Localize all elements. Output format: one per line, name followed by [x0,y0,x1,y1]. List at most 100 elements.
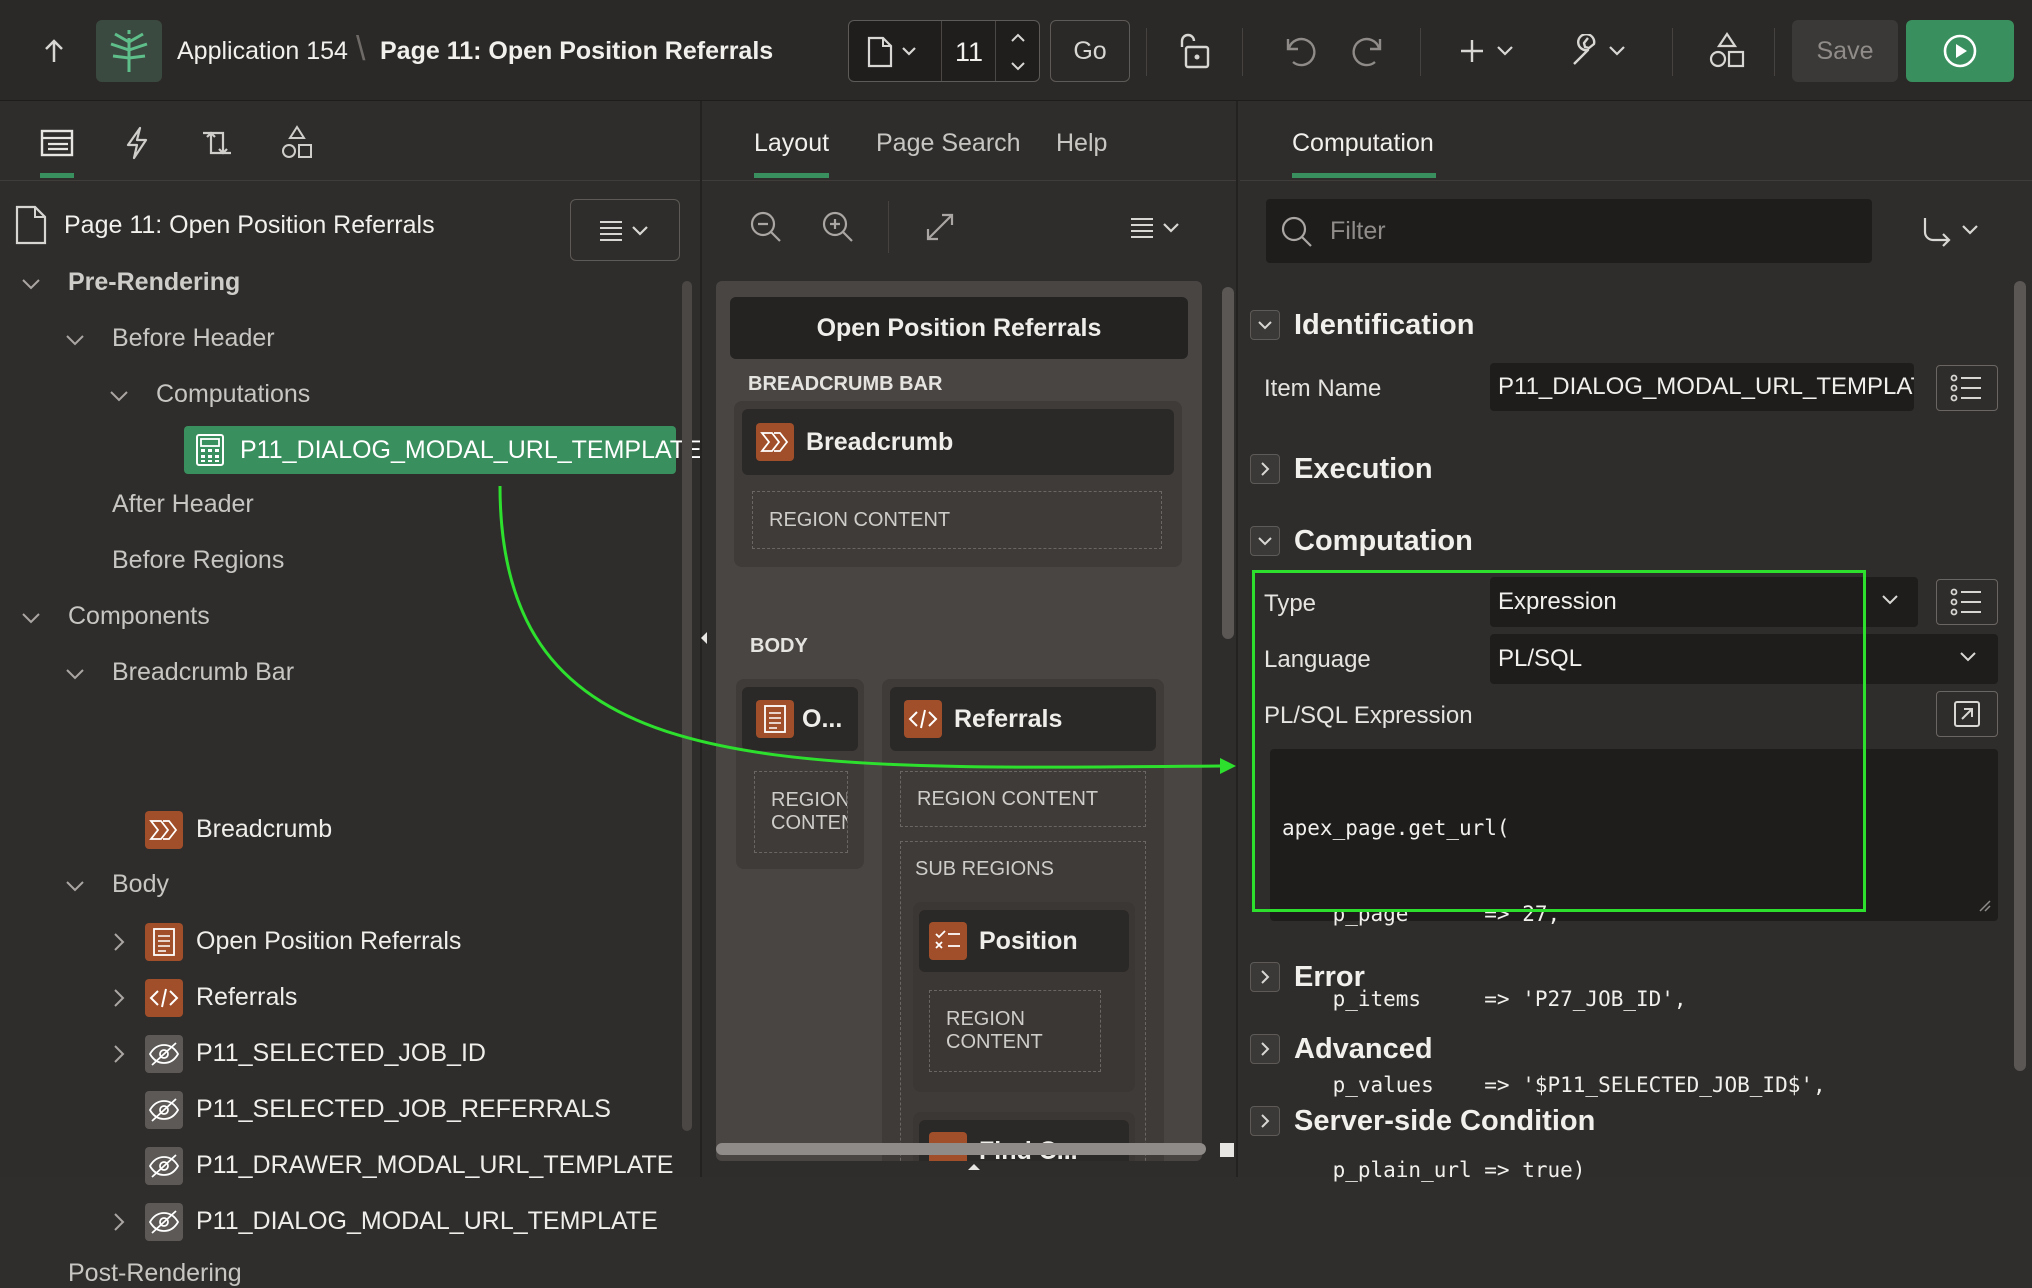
page-icon [14,205,48,245]
tree-breadcrumb[interactable]: Breadcrumb [196,815,332,844]
page-down-icon[interactable] [1003,55,1033,77]
chevron-down-icon[interactable] [64,875,86,897]
tree-item-dialog-modal-url[interactable]: P11_DIALOG_MODAL_URL_TEMPLATE [196,1207,658,1236]
tree-menu-button[interactable] [570,199,680,261]
region-content-placeholder[interactable]: REGION CONTENT [900,771,1146,827]
breadcrumb-region[interactable]: Breadcrumb REGION CONTENT [734,401,1182,567]
chevron-down-icon[interactable] [64,663,86,685]
canvas-vertical-scrollbar[interactable] [1222,287,1234,639]
chevron-right-icon [1250,454,1280,484]
region-content-placeholder[interactable]: REGION CONTENT [752,491,1162,549]
section-advanced[interactable]: Advanced [1250,1019,2010,1079]
region-content-placeholder[interactable]: REGION CONTENT [929,990,1101,1072]
lock-icon[interactable] [1172,28,1220,74]
chevron-right-icon[interactable] [108,987,130,1009]
chevron-right-icon[interactable] [108,1211,130,1233]
collapse-left-icon[interactable] [699,630,709,646]
code-region-icon [145,979,183,1017]
section-server-side-condition[interactable]: Server-side Condition [1250,1091,2010,1151]
tree-post-rendering[interactable]: Post-Rendering [68,1259,242,1288]
page-up-icon[interactable] [1003,27,1033,49]
canvas-horizontal-scrollbar[interactable] [716,1143,1206,1155]
tab-page-search[interactable]: Page Search [876,129,1021,158]
layout-pane: Layout Page Search Help Open Position Re… [700,101,1238,1177]
tree-root-label[interactable]: Page 11: Open Position Referrals [64,211,435,240]
report-region-icon [145,923,183,961]
tree-open-position-referrals[interactable]: Open Position Referrals [196,927,461,956]
app-title[interactable]: Application 154 [177,37,348,66]
zoom-in-icon[interactable] [818,207,858,247]
go-button[interactable]: Go [1050,20,1130,82]
expand-bottom-icon[interactable] [966,1162,982,1172]
breadcrumb-region-title: Breadcrumb [806,427,954,456]
position-region-title: Position [979,926,1078,955]
page-shared-components-icon[interactable] [274,121,320,165]
expand-icon[interactable] [920,207,960,247]
tree-after-header[interactable]: After Header [112,490,254,519]
tree-before-regions[interactable]: Before Regions [112,546,284,575]
chevron-down-icon [1882,595,1898,605]
layout-menu-icon[interactable] [1126,209,1186,245]
tree-pre-rendering[interactable]: Pre-Rendering [68,268,240,297]
tree-item-drawer-modal-url[interactable]: P11_DRAWER_MODAL_URL_TEMPLATE [196,1151,673,1180]
tree-breadcrumb-bar[interactable]: Breadcrumb Bar [112,658,294,687]
chevron-down-icon[interactable] [20,607,42,629]
up-arrow-icon[interactable] [36,30,72,72]
referrals-region[interactable]: Referrals REGION CONTENT SUB REGIONS Pos… [882,679,1164,1161]
region-content-placeholder[interactable]: REGION CONTEN [754,771,848,853]
section-identification[interactable]: Identification [1250,295,2010,355]
tree-before-header[interactable]: Before Header [112,324,275,353]
list-picker-icon[interactable] [1936,365,1998,411]
apex-logo-icon[interactable] [96,20,162,82]
tree-components[interactable]: Components [68,602,210,631]
resize-handle-icon[interactable] [1978,899,1992,913]
list-picker-icon[interactable] [1936,579,1998,625]
processing-cycle-icon[interactable] [194,123,240,163]
chevron-right-icon[interactable] [108,931,130,953]
undo-icon[interactable] [1276,30,1320,72]
page-type-dropdown[interactable] [863,35,923,69]
tree-selected-computation[interactable]: P11_DIALOG_MODAL_URL_TEMPLATE [184,426,702,474]
tree-body[interactable]: Body [112,870,169,899]
redo-icon[interactable] [1348,30,1392,72]
shared-components-icon[interactable] [1704,28,1750,74]
right-scrollbar[interactable] [2014,281,2026,1071]
chevron-right-icon[interactable] [108,1043,130,1065]
section-error[interactable]: Error [1250,947,2010,1007]
page-number-input[interactable]: 11 [955,37,983,68]
chevron-down-icon[interactable] [108,385,130,407]
zoom-out-icon[interactable] [746,207,786,247]
dynamic-actions-lightning-icon[interactable] [114,123,160,163]
tree-computations[interactable]: Computations [156,380,310,409]
top-toolbar: Application 154 \ Page 11: Open Position… [0,0,2032,101]
filter-input[interactable]: Filter [1266,199,1872,263]
tree-item-selected-job-referrals[interactable]: P11_SELECTED_JOB_REFERRALS [196,1095,611,1124]
middle-tabs: Layout Page Search Help [702,101,1236,181]
create-menu-icon[interactable] [1456,30,1520,72]
page-header-region[interactable]: Open Position Referrals [730,297,1188,359]
run-page-button[interactable] [1906,20,2014,82]
item-name-field[interactable]: P11_DIALOG_MODAL_URL_TEMPLATE [1490,363,1914,411]
section-computation[interactable]: Computation [1250,511,2010,571]
tab-layout[interactable]: Layout [754,129,829,158]
chevron-right-icon [1250,1106,1280,1136]
save-button[interactable]: Save [1792,20,1898,82]
code-region-icon [904,700,942,738]
play-icon [1943,34,1977,68]
open-position-region[interactable]: O... REGION CONTEN [736,679,864,869]
rendering-tab-icon[interactable] [34,123,80,163]
expand-editor-icon[interactable] [1936,691,1998,737]
tree-referrals[interactable]: Referrals [196,983,297,1012]
left-scrollbar[interactable] [682,281,692,1131]
utilities-wrench-icon[interactable] [1566,30,1632,72]
active-tab-indicator [1292,173,1436,178]
go-to-group-icon[interactable] [1916,211,1986,251]
left-tabs [0,101,700,181]
chevron-down-icon[interactable] [20,273,42,295]
chevron-down-icon[interactable] [64,329,86,351]
tab-computation[interactable]: Computation [1292,129,1434,158]
position-region[interactable]: Position REGION CONTENT [913,902,1135,1092]
tab-help[interactable]: Help [1056,129,1107,158]
tree-item-selected-job-id[interactable]: P11_SELECTED_JOB_ID [196,1039,486,1068]
section-execution[interactable]: Execution [1250,439,2010,499]
